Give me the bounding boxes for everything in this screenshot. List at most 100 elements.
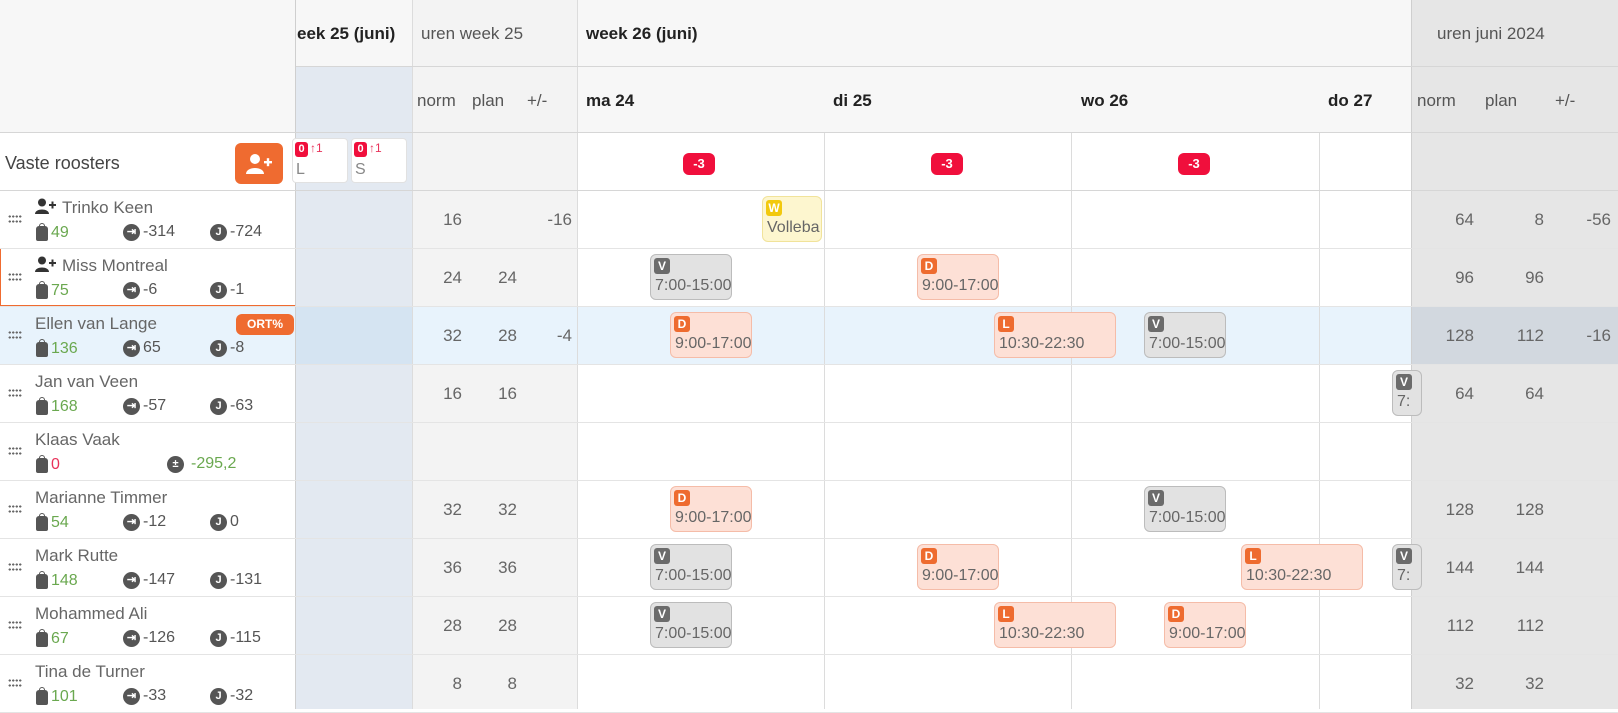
shift-time: 9:00-17:00 (675, 335, 752, 352)
suitcase-icon (36, 280, 48, 299)
open-shift-card[interactable]: 0 ↑1 S (351, 138, 407, 183)
shift-time: 9:00-17:00 (675, 509, 752, 526)
yearly-balance: J -32 (210, 687, 253, 705)
shift-block[interactable]: V 7: (1392, 370, 1422, 416)
month-plan: 144 (1515, 558, 1544, 577)
week-norm: 8 (452, 674, 462, 693)
j-icon: J (210, 397, 227, 415)
open-count: 0 (354, 142, 367, 157)
suitcase-icon (36, 338, 48, 357)
day-header-ma[interactable]: ma 24 (586, 91, 634, 111)
divider (295, 0, 296, 709)
shift-block[interactable]: V 7: (1392, 544, 1422, 590)
transfer-value: -6 (143, 281, 158, 298)
week-plan: 16 (498, 384, 517, 403)
month-plan: 32 (1525, 674, 1544, 693)
shift-block[interactable]: D 9:00-17:00 (1164, 602, 1246, 648)
week25-hours-title: uren week 25 (421, 24, 524, 43)
week-plan: 32 (498, 500, 517, 519)
shift-block[interactable]: D 9:00-17:00 (670, 312, 752, 358)
drag-handle-icon[interactable] (8, 446, 22, 456)
day-header-di[interactable]: di 25 (833, 91, 872, 111)
drag-handle-icon[interactable] (8, 272, 22, 282)
week-norm: 16 (443, 384, 462, 403)
month-plan: 128 (1515, 500, 1544, 519)
drag-handle-icon[interactable] (8, 330, 22, 340)
shift-block[interactable]: V 7:00-15:00 (650, 544, 732, 590)
employee-name[interactable]: Mohammed Ali (35, 604, 147, 624)
shift-time: 9:00-17:00 (922, 277, 999, 294)
shift-block[interactable]: L 10:30-22:30 (994, 602, 1116, 648)
transfer-balance: ⇥ -6 (123, 281, 157, 299)
suitcase-icon (36, 686, 48, 705)
open-shift-card[interactable]: 0 ↑1 L (292, 138, 348, 183)
divider (0, 596, 1618, 597)
add-employee-button[interactable] (235, 143, 283, 184)
transfer-balance: ⇥ -147 (123, 571, 175, 589)
day-header-wo[interactable]: wo 26 (1081, 91, 1128, 111)
shift-block[interactable]: L 10:30-22:30 (994, 312, 1116, 358)
yearly-balance: J -1 (210, 281, 244, 299)
day-header-do[interactable]: do 27 (1328, 91, 1372, 111)
drag-handle-icon[interactable] (8, 620, 22, 630)
employee-name[interactable]: Ellen van Lange (35, 314, 157, 334)
employee-name[interactable]: Mark Rutte (35, 546, 118, 566)
shift-block[interactable]: D 9:00-17:00 (917, 254, 999, 300)
shift-type-tag: D (674, 490, 690, 506)
week-norm: 24 (443, 268, 462, 287)
shift-block[interactable]: V 7:00-15:00 (650, 254, 732, 300)
leave-balance-value: 0 (51, 456, 60, 473)
yearly-value: -131 (230, 571, 263, 588)
employee-name[interactable]: Jan van Veen (35, 372, 138, 392)
shift-block[interactable]: D 9:00-17:00 (917, 544, 999, 590)
drag-handle-icon[interactable] (8, 678, 22, 688)
divider (1319, 133, 1320, 709)
shift-block[interactable]: L 10:30-22:30 (1241, 544, 1363, 590)
transfer-balance: ⇥ -126 (123, 629, 175, 647)
drag-handle-icon[interactable] (8, 388, 22, 398)
drag-handle-icon[interactable] (8, 214, 22, 224)
shift-block[interactable]: V 7:00-15:00 (1144, 486, 1226, 532)
shift-block[interactable]: V 7:00-15:00 (1144, 312, 1226, 358)
week-plan: 36 (498, 558, 517, 577)
transfer-icon: ⇥ (123, 339, 140, 357)
understaffed-badge[interactable]: -3 (931, 153, 963, 175)
leave-balance: 0 (36, 454, 60, 474)
transfer-balance: ⇥ 65 (123, 339, 161, 357)
section-title: Vaste roosters (5, 153, 120, 173)
month-plan: 96 (1525, 268, 1544, 287)
shift-block[interactable]: W Volleba (762, 196, 822, 242)
week-plan: 24 (498, 268, 517, 287)
shift-block[interactable]: V 7:00-15:00 (650, 602, 732, 648)
employee-name[interactable]: Tina de Turner (35, 662, 145, 682)
shift-type-tag: D (1168, 606, 1184, 622)
col-plan-month: plan (1485, 91, 1518, 110)
employee-name[interactable]: Klaas Vaak (35, 430, 120, 450)
shift-time: 7:00-15:00 (655, 277, 732, 294)
shift-type-tag: D (921, 548, 937, 564)
shift-time: 7: (1397, 567, 1411, 584)
ort-badge[interactable]: ORT% (236, 314, 294, 335)
month-plan: 112 (1516, 326, 1544, 345)
employee-name[interactable]: Trinko Keen (62, 198, 153, 218)
employee-name[interactable]: Miss Montreal (62, 256, 168, 276)
divider (0, 364, 1618, 365)
transfer-value: -314 (143, 223, 176, 240)
drag-handle-icon[interactable] (8, 562, 22, 572)
yearly-balance: J -63 (210, 397, 253, 415)
shift-type-tag: V (654, 548, 670, 564)
yearly-value: 0 (230, 513, 239, 530)
yearly-balance: J -131 (210, 571, 262, 589)
week26-title: week 26 (juni) (586, 24, 698, 43)
j-icon: J (210, 629, 227, 647)
divider (0, 480, 1618, 481)
shift-block[interactable]: D 9:00-17:00 (670, 486, 752, 532)
employee-name[interactable]: Marianne Timmer (35, 488, 167, 508)
understaffed-badge[interactable]: -3 (683, 153, 715, 175)
leave-balance: 67 (36, 628, 69, 648)
drag-handle-icon[interactable] (8, 504, 22, 514)
understaffed-badge[interactable]: -3 (1178, 153, 1210, 175)
month-norm: 32 (1455, 674, 1474, 693)
transfer-icon: ⇥ (123, 397, 140, 415)
shift-time: 9:00-17:00 (922, 567, 999, 584)
